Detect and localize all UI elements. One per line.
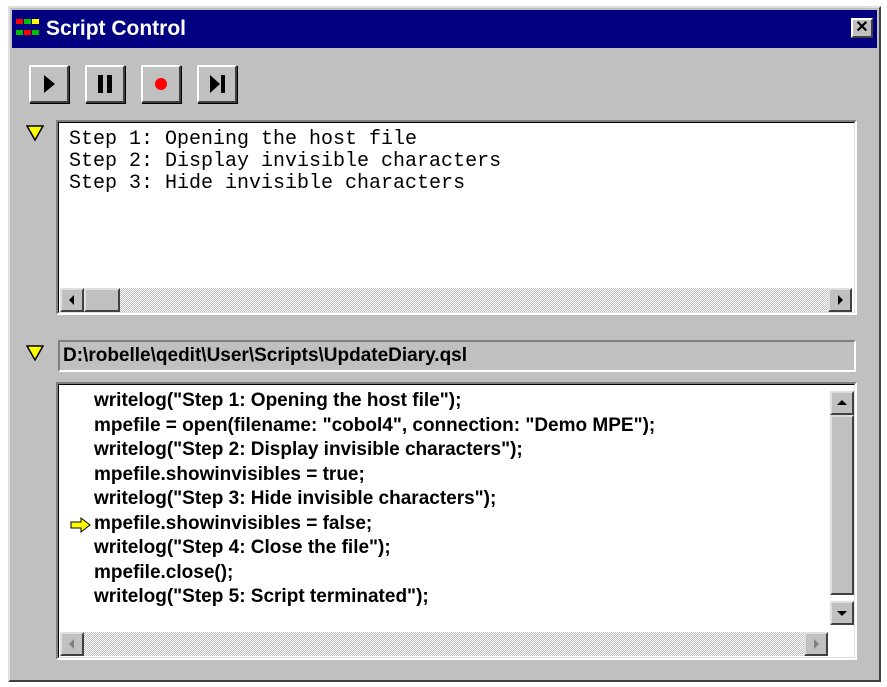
current-line-arrow-icon [70,516,91,534]
pause-button[interactable] [85,65,125,103]
arrow-left-icon [69,295,74,305]
title-bar[interactable]: Script Control ✕ [12,10,877,48]
record-icon [155,78,167,90]
pause-icon [98,75,112,93]
step-line: Step 1: Opening the host file [69,128,418,151]
scroll-right-button[interactable] [804,632,828,656]
code-line: writelog("Step 2: Display invisible char… [94,439,523,460]
record-button[interactable] [141,65,181,103]
vertical-scroll-thumb[interactable] [830,415,854,595]
script-source-pane: writelog("Step 1: Opening the host file"… [56,382,857,660]
collapse-triangle-icon[interactable] [26,125,44,141]
arrow-right-icon [838,295,843,305]
play-button[interactable] [29,65,69,103]
step-button[interactable] [197,65,237,103]
scroll-right-button[interactable] [828,288,852,312]
code-line: mpefile.close(); [94,561,234,583]
close-icon: ✕ [855,19,869,36]
code-line: mpefile = open(filename: "cobol4", conne… [94,414,656,436]
step-line: Step 2: Display invisible characters [69,150,502,173]
scroll-left-button[interactable] [60,288,84,312]
horizontal-scroll-thumb[interactable] [84,288,120,312]
scroll-left-button[interactable] [60,632,84,656]
arrow-right-icon [814,639,819,649]
step-line: Step 3: Hide invisible characters [69,172,466,195]
scroll-up-button[interactable] [830,391,854,415]
code-line: writelog("Step 5: Script terminated"); [94,586,429,607]
play-icon [44,75,55,93]
code-line: writelog("Step 4: Close the file"); [94,537,391,558]
code-line: writelog("Step 3: Hide invisible charact… [94,488,497,509]
arrow-up-icon [837,400,847,405]
steps-log-pane: Step 1: Opening the host file Step 2: Di… [56,120,857,315]
collapse-triangle-icon[interactable] [26,345,44,361]
code-line-current: mpefile.showinvisibles = false; [94,512,373,534]
arrow-left-icon [69,639,74,649]
close-button[interactable]: ✕ [851,18,873,38]
scroll-down-button[interactable] [830,601,854,625]
arrow-down-icon [837,611,847,616]
script-path-field: D:\robelle\qedit\User\Scripts\UpdateDiar… [58,340,856,372]
window-title: Script Control [46,17,186,40]
horizontal-scroll-track[interactable] [84,632,804,656]
code-line: writelog("Step 1: Opening the host file"… [94,390,462,411]
step-icon [210,75,225,93]
script-path: D:\robelle\qedit\User\Scripts\UpdateDiar… [63,345,468,366]
app-icon [16,19,42,39]
code-line: mpefile.showinvisibles = true; [94,463,365,485]
horizontal-scroll-track[interactable] [120,288,828,312]
script-control-window: Script Control ✕ Step 1: Opening the hos… [8,6,881,682]
